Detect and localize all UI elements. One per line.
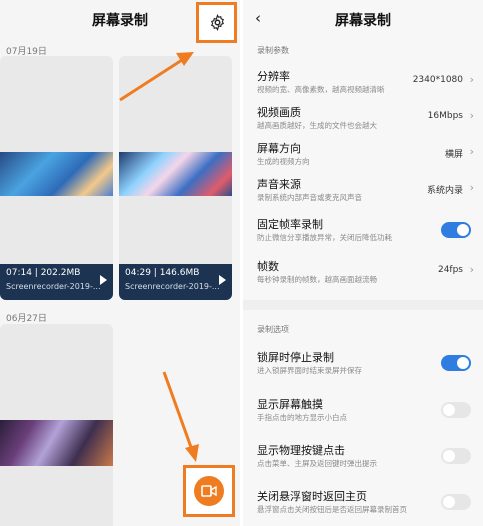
setting-title: 显示物理按键点击 <box>257 444 345 457</box>
duration-size: 04:29 | 146.6MB <box>125 268 200 278</box>
setting-description: 录制系统内部声音或麦克风声音 <box>257 193 362 202</box>
play-icon[interactable] <box>100 275 107 285</box>
setting-video-quality[interactable]: 视频画质 越高画质越好，生成的文件也会越大 16Mbps › <box>243 102 483 136</box>
setting-description: 每秒钟录制的帧数，越高画面越流畅 <box>257 275 377 284</box>
setting-fixed-framerate: 固定帧率录制 防止微信分享播放异常，关闭后降低功耗 <box>243 214 483 248</box>
record-button-highlight <box>183 465 235 517</box>
setting-show-key-presses: 显示物理按键点击 点击菜单、主屏及返回键时弹出提示 <box>243 440 483 474</box>
setting-description: 生成的视频方向 <box>257 157 310 166</box>
setting-title: 分辨率 <box>257 70 290 83</box>
stop-on-lock-toggle[interactable] <box>441 355 471 371</box>
duration-size: 07:14 | 202.2MB <box>6 268 81 278</box>
date-header: 06月27日 <box>6 314 47 324</box>
section-header: 录制参数 <box>257 46 289 55</box>
settings-screen: ‹ 屏幕录制 录制参数 分辨率 视频的宽、高像素数，越高视频越清晰 2340*1… <box>243 0 483 526</box>
play-icon[interactable] <box>219 275 226 285</box>
toggle-knob <box>457 224 469 236</box>
video-info: 07:14 | 202.2MB Screenrecorder-2019-... <box>0 264 113 300</box>
setting-title: 声音来源 <box>257 178 301 191</box>
setting-title: 屏幕方向 <box>257 142 301 155</box>
setting-value: 2340*1080 <box>412 75 463 85</box>
setting-description: 视频的宽、高像素数，越高视频越清晰 <box>257 85 385 94</box>
setting-title: 固定帧率录制 <box>257 218 323 231</box>
toggle-knob <box>443 404 455 416</box>
video-thumbnail <box>0 420 113 466</box>
setting-title: 锁屏时停止录制 <box>257 351 334 364</box>
toggle-knob <box>443 450 455 462</box>
setting-orientation[interactable]: 屏幕方向 生成的视频方向 横屏 › <box>243 138 483 172</box>
setting-framerate[interactable]: 帧数 每秒钟录制的帧数，越高画面越流畅 24fps › <box>243 256 483 290</box>
setting-value: 横屏 <box>444 150 463 160</box>
setting-audio-source[interactable]: 声音来源 录制系统内部声音或麦克风声音 系统内录 › <box>243 174 483 208</box>
setting-stop-on-lock: 锁屏时停止录制 进入锁屏界面时结束录屏并保存 <box>243 347 483 381</box>
settings-gear-icon <box>211 14 224 31</box>
show-touches-toggle[interactable] <box>441 402 471 418</box>
chevron-right-icon: › <box>469 145 474 158</box>
setting-title: 关闭悬浮窗时返回主页 <box>257 490 367 503</box>
setting-title: 帧数 <box>257 260 279 273</box>
settings-button[interactable] <box>196 2 237 43</box>
show-key-presses-toggle[interactable] <box>441 448 471 464</box>
video-thumbnail <box>0 152 113 196</box>
section-divider <box>243 300 483 310</box>
video-thumbnail <box>119 152 232 196</box>
chevron-right-icon: › <box>469 109 474 122</box>
chevron-right-icon: › <box>469 263 474 276</box>
page-title: 屏幕录制 <box>335 13 391 29</box>
setting-description: 点击菜单、主屏及返回键时弹出提示 <box>257 459 377 468</box>
chevron-right-icon: › <box>469 73 474 86</box>
setting-value: 16Mbps <box>427 111 463 121</box>
setting-description: 手指点击的地方显示小白点 <box>257 413 347 422</box>
setting-description: 防止微信分享播放异常，关闭后降低功耗 <box>257 233 392 242</box>
video-card[interactable] <box>0 324 113 526</box>
filename: Screenrecorder-2019-... <box>6 282 101 291</box>
toggle-knob <box>457 357 469 369</box>
setting-return-home: 关闭悬浮窗时返回主页 悬浮窗点击关闭按钮后是否返回屏幕录制首页 <box>243 486 483 520</box>
record-button[interactable] <box>194 476 224 506</box>
setting-value: 系统内录 <box>426 186 463 196</box>
setting-description: 越高画质越好，生成的文件也会越大 <box>257 121 377 130</box>
section-header: 录制选项 <box>257 325 289 334</box>
return-home-toggle[interactable] <box>441 494 471 510</box>
setting-description: 悬浮窗点击关闭按钮后是否返回屏幕录制首页 <box>257 505 407 514</box>
setting-title: 视频画质 <box>257 106 301 119</box>
video-card[interactable]: 07:14 | 202.2MB Screenrecorder-2019-... <box>0 56 113 300</box>
fixed-framerate-toggle[interactable] <box>441 222 471 238</box>
video-card[interactable]: 04:29 | 146.6MB Screenrecorder-2019-... <box>119 56 232 300</box>
toggle-knob <box>443 496 455 508</box>
setting-title: 显示屏幕触摸 <box>257 398 323 411</box>
setting-value: 24fps <box>437 265 463 275</box>
record-camera-icon <box>201 485 217 497</box>
filename: Screenrecorder-2019-... <box>125 282 220 291</box>
setting-resolution[interactable]: 分辨率 视频的宽、高像素数，越高视频越清晰 2340*1080 › <box>243 66 483 100</box>
video-info: 04:29 | 146.6MB Screenrecorder-2019-... <box>119 264 232 300</box>
setting-description: 进入锁屏界面时结束录屏并保存 <box>257 366 362 375</box>
recordings-list-screen: 屏幕录制 07月19日 07:14 | 202.2MB Screenrecord… <box>0 0 240 526</box>
chevron-right-icon: › <box>469 181 474 194</box>
setting-show-touches: 显示屏幕触摸 手指点击的地方显示小白点 <box>243 394 483 428</box>
